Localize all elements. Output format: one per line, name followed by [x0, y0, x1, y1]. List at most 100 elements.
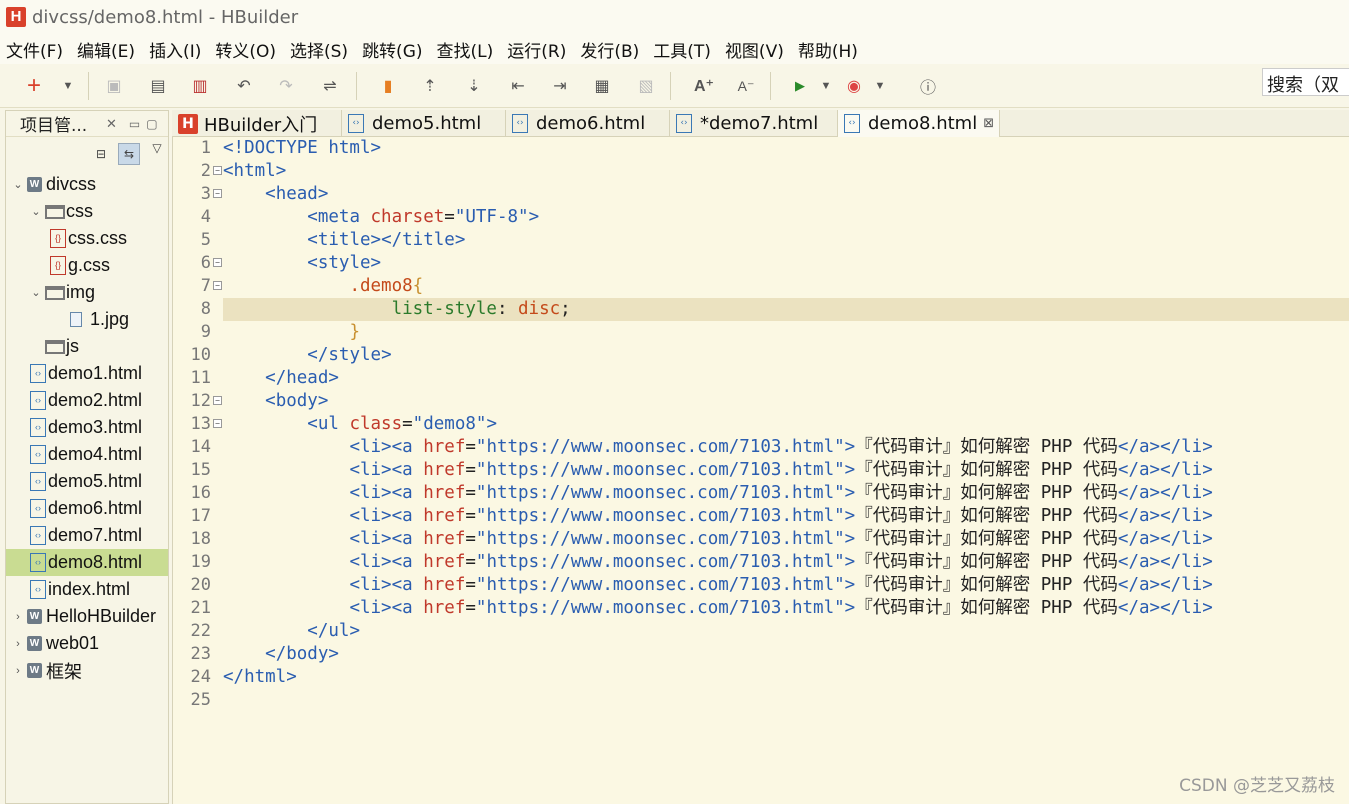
editor-tab[interactable]: ‹› demo5.html: [342, 110, 506, 137]
save-icon[interactable]: ▣: [104, 76, 124, 96]
menu-item[interactable]: 视图(V): [725, 37, 784, 62]
menu-item[interactable]: 帮助(H): [798, 37, 858, 62]
chrome-browser-icon[interactable]: ◉: [844, 76, 864, 96]
code-line[interactable]: 2− <html>: [173, 160, 1349, 183]
code-line[interactable]: 16 <li><a href="https://www.moonsec.com/…: [173, 482, 1349, 505]
code-line[interactable]: 14 <li><a href="https://www.moonsec.com/…: [173, 436, 1349, 459]
code-line[interactable]: 5 <title></title>: [173, 229, 1349, 252]
code-line[interactable]: 15 <li><a href="https://www.moonsec.com/…: [173, 459, 1349, 482]
menu-item[interactable]: 插入(I): [149, 37, 201, 62]
menu-item[interactable]: 跳转(G): [362, 37, 422, 62]
chevron-down-icon[interactable]: ⌄: [12, 178, 24, 191]
maximize-icon[interactable]: ▢: [146, 117, 157, 131]
tree-item-image[interactable]: 1.jpg: [6, 306, 168, 333]
view-menu-icon[interactable]: ▽: [146, 137, 168, 159]
menu-item[interactable]: 文件(F): [6, 37, 63, 62]
menu-item[interactable]: 工具(T): [653, 37, 711, 62]
fold-toggle-icon[interactable]: −: [213, 281, 222, 290]
fold-toggle-icon[interactable]: −: [213, 258, 222, 267]
uncomment-icon[interactable]: ▧: [636, 76, 656, 96]
redo-icon[interactable]: ↷: [276, 76, 296, 96]
code-line[interactable]: 12− <body>: [173, 390, 1349, 413]
go-up-icon[interactable]: ⇡: [420, 76, 440, 96]
font-larger-icon[interactable]: A⁺: [694, 76, 714, 96]
code-line[interactable]: 3− <head>: [173, 183, 1349, 206]
menu-item[interactable]: 选择(S): [290, 37, 348, 62]
jump-end-icon[interactable]: ⇥: [550, 76, 570, 96]
code-line[interactable]: 1 <!DOCTYPE html>: [173, 137, 1349, 160]
code-line[interactable]: 8 list-style: disc;: [173, 298, 1349, 321]
tree-item-folder[interactable]: ⌄ img: [6, 279, 168, 306]
tree-item-project[interactable]: › W 框架: [6, 657, 168, 684]
editor-tab[interactable]: ‹› *demo7.html: [670, 110, 838, 137]
code-line[interactable]: 10 </style>: [173, 344, 1349, 367]
tree-item-folder[interactable]: ⌄ css: [6, 198, 168, 225]
code-line[interactable]: 22 </ul>: [173, 620, 1349, 643]
fold-toggle-icon[interactable]: −: [213, 419, 222, 428]
tree-item-html[interactable]: ‹› demo7.html: [6, 522, 168, 549]
code-line[interactable]: 11 </head>: [173, 367, 1349, 390]
run-icon[interactable]: ▶: [790, 76, 810, 96]
tree-item-folder[interactable]: js: [6, 333, 168, 360]
close-file-icon[interactable]: ▥: [190, 76, 210, 96]
editor-tab[interactable]: ‹› demo8.html ⊠: [838, 110, 1000, 137]
tree-item-project[interactable]: › Wweb01: [6, 630, 168, 657]
chevron-down-icon[interactable]: ⌄: [30, 205, 42, 218]
code-editor[interactable]: 1 <!DOCTYPE html> 2− <html> 3− <head> 4 <meta…: [172, 137, 1349, 804]
editor-tab[interactable]: H HBuilder入门: [172, 110, 342, 137]
code-line[interactable]: 23 </body>: [173, 643, 1349, 666]
new-dropdown-icon[interactable]: ▼: [58, 76, 78, 96]
tree-item-project[interactable]: › W HelloHBuilder: [6, 603, 168, 630]
tree-item-css[interactable]: {} css.css: [6, 225, 168, 252]
tree-item-css[interactable]: {} g.css: [6, 252, 168, 279]
new-file-icon[interactable]: +: [24, 72, 44, 99]
tree-item-html[interactable]: ‹› demo2.html: [6, 387, 168, 414]
fold-toggle-icon[interactable]: −: [213, 396, 222, 405]
editor-tab[interactable]: ‹› demo6.html: [506, 110, 670, 137]
code-line[interactable]: 4 <meta charset="UTF-8">: [173, 206, 1349, 229]
tree-item-html[interactable]: ‹› index.html: [6, 576, 168, 603]
browser-dropdown-icon[interactable]: ▼: [870, 76, 890, 96]
code-line[interactable]: 7− .demo8{: [173, 275, 1349, 298]
code-line[interactable]: 13− <ul class="demo8">: [173, 413, 1349, 436]
chevron-right-icon[interactable]: ›: [12, 611, 24, 623]
minimize-icon[interactable]: ▭: [129, 117, 140, 131]
code-line[interactable]: 20 <li><a href="https://www.moonsec.com/…: [173, 574, 1349, 597]
code-line[interactable]: 17 <li><a href="https://www.moonsec.com/…: [173, 505, 1349, 528]
menu-item[interactable]: 查找(L): [437, 37, 494, 62]
code-line[interactable]: 9 }: [173, 321, 1349, 344]
tree-item-html[interactable]: ‹› demo8.html: [6, 549, 168, 576]
close-tab-icon[interactable]: ⊠: [983, 116, 994, 131]
code-line[interactable]: 6− <style>: [173, 252, 1349, 275]
chevron-right-icon[interactable]: ›: [12, 638, 24, 650]
comment-icon[interactable]: ▦: [592, 76, 612, 96]
chevron-right-icon[interactable]: ›: [12, 665, 24, 677]
tree-item-project[interactable]: ⌄ Wdivcss: [6, 171, 168, 198]
menu-item[interactable]: 运行(R): [507, 37, 566, 62]
jump-start-icon[interactable]: ⇤: [508, 76, 528, 96]
menu-item[interactable]: 发行(B): [580, 37, 639, 62]
chevron-down-icon[interactable]: ⌄: [30, 286, 42, 299]
search-input[interactable]: 搜索（双: [1262, 68, 1349, 96]
code-line[interactable]: 18 <li><a href="https://www.moonsec.com/…: [173, 528, 1349, 551]
tree-item-html[interactable]: ‹› demo6.html: [6, 495, 168, 522]
fold-toggle-icon[interactable]: −: [213, 166, 222, 175]
tree-item-html[interactable]: ‹› demo3.html: [6, 414, 168, 441]
collapse-all-icon[interactable]: ⊟: [90, 143, 112, 165]
bookmark-icon[interactable]: ▮: [378, 76, 398, 96]
code-line[interactable]: 25: [173, 689, 1349, 712]
tree-item-html[interactable]: ‹› demo5.html: [6, 468, 168, 495]
menu-item[interactable]: 编辑(E): [77, 37, 135, 62]
link-editor-icon[interactable]: ⇆: [118, 143, 140, 165]
undo-icon[interactable]: ↶: [234, 76, 254, 96]
code-line[interactable]: 24 </html>: [173, 666, 1349, 689]
code-line[interactable]: 19 <li><a href="https://www.moonsec.com/…: [173, 551, 1349, 574]
go-down-icon[interactable]: ⇣: [464, 76, 484, 96]
tree-item-html[interactable]: ‹› demo4.html: [6, 441, 168, 468]
close-icon[interactable]: ✕: [106, 116, 117, 132]
code-line[interactable]: 21 <li><a href="https://www.moonsec.com/…: [173, 597, 1349, 620]
tree-item-html[interactable]: ‹› demo1.html: [6, 360, 168, 387]
info-icon[interactable]: ⓘ: [918, 76, 938, 97]
fold-toggle-icon[interactable]: −: [213, 189, 222, 198]
save-all-icon[interactable]: ▤: [148, 76, 168, 96]
